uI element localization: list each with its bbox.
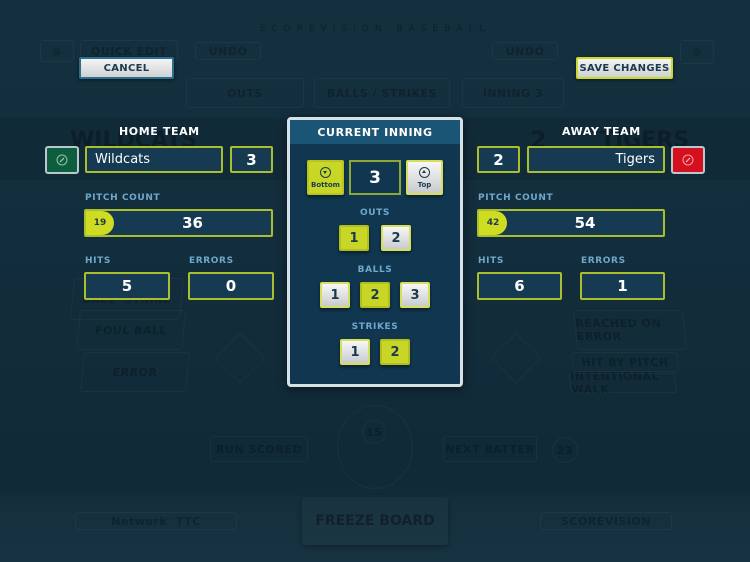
away-hits-label: HITS: [478, 256, 504, 266]
away-score-input[interactable]: 2: [477, 146, 520, 173]
strikes-option-1[interactable]: 1: [340, 339, 370, 365]
bg-batter-number: 23: [552, 437, 578, 463]
undo-button: UNDO: [195, 42, 261, 60]
home-pitch-count-input[interactable]: 19 36: [84, 209, 273, 237]
bg-pitcher-number: 15: [362, 420, 386, 444]
away-pitch-count-value: 54: [574, 214, 596, 232]
home-team-name-input[interactable]: Wildcats: [85, 146, 223, 173]
bottom-half-button[interactable]: Bottom: [307, 160, 344, 195]
home-team-heading: HOME TEAM: [119, 125, 200, 138]
away-pitch-badge: 42: [479, 211, 507, 235]
chevron-down-circle-icon: [320, 166, 331, 178]
strikes-option-2[interactable]: 2: [380, 339, 410, 365]
balls-label: BALLS: [357, 265, 393, 275]
outs-option-2[interactable]: 2: [381, 225, 411, 251]
balls-option-3[interactable]: 3: [400, 282, 430, 308]
save-changes-button[interactable]: SAVE CHANGES: [576, 57, 673, 79]
bg-foul-ball: FOUL BALL: [75, 310, 187, 350]
balls-option-2[interactable]: 2: [360, 282, 390, 308]
bg-intentional-walk: INTENTIONAL WALK: [568, 370, 678, 396]
away-color-button[interactable]: [671, 146, 705, 174]
home-pitch-badge: 19: [86, 211, 114, 235]
home-hits-input[interactable]: 5: [84, 272, 170, 300]
menu-button: ≡: [40, 40, 74, 62]
bg-error: ERROR: [79, 352, 191, 392]
outs-label: OUTS: [360, 208, 390, 218]
home-hits-label: HITS: [85, 256, 111, 266]
away-team-name-input[interactable]: Tigers: [527, 146, 665, 173]
color-picker-icon: [682, 154, 694, 166]
inning-panel: INNING 3: [462, 78, 564, 108]
cancel-button[interactable]: CANCEL: [79, 57, 174, 79]
home-errors-label: ERRORS: [189, 256, 234, 266]
color-picker-icon: [56, 154, 68, 166]
away-hits-input[interactable]: 6: [477, 272, 562, 300]
away-pitch-count-label: PITCH COUNT: [478, 193, 554, 203]
home-pitch-count-value: 36: [182, 214, 203, 232]
chevron-up-circle-icon: [419, 166, 430, 178]
bg-run-scored: RUN SCORED: [210, 436, 308, 462]
away-team-heading: AWAY TEAM: [562, 125, 641, 138]
bg-brand: SCOREVISION: [540, 512, 672, 530]
outs-panel: OUTS: [186, 78, 304, 108]
away-errors-label: ERRORS: [581, 256, 626, 266]
top-half-button[interactable]: Top: [406, 160, 443, 195]
bottom-label: Bottom: [311, 180, 340, 189]
bg-reached-on-error: REACHED ON ERROR: [572, 310, 688, 350]
away-pitch-count-input[interactable]: 42 54: [477, 209, 665, 237]
bg-freeze-board: FREEZE BOARD: [302, 497, 448, 545]
bg-hit-by-pitch: HIT BY PITCH: [570, 352, 680, 372]
balls-option-1[interactable]: 1: [320, 282, 350, 308]
count-panel: BALLS / STRIKES: [314, 78, 450, 108]
bg-next-batter: NEXT BATTER: [443, 436, 537, 462]
current-inning-dialog: CURRENT INNING Bottom 3 Top OUTS 1 2 BAL…: [287, 117, 463, 387]
strikes-label: STRIKES: [351, 322, 399, 332]
home-errors-input[interactable]: 0: [188, 272, 274, 300]
dialog-title: CURRENT INNING: [290, 120, 460, 144]
bg-status-bar: Network TTC: [75, 512, 237, 530]
top-label: Top: [417, 180, 432, 189]
home-color-button[interactable]: [45, 146, 79, 174]
home-pitch-count-label: PITCH COUNT: [85, 193, 161, 203]
outs-option-1[interactable]: 1: [339, 225, 369, 251]
home-score-input[interactable]: 3: [230, 146, 273, 173]
app-title: SCOREVISION BASEBALL: [259, 24, 491, 34]
inning-number[interactable]: 3: [349, 160, 401, 195]
redo-button: UNDO: [492, 42, 558, 60]
settings-button: ⚙: [680, 40, 714, 64]
away-errors-input[interactable]: 1: [580, 272, 665, 300]
